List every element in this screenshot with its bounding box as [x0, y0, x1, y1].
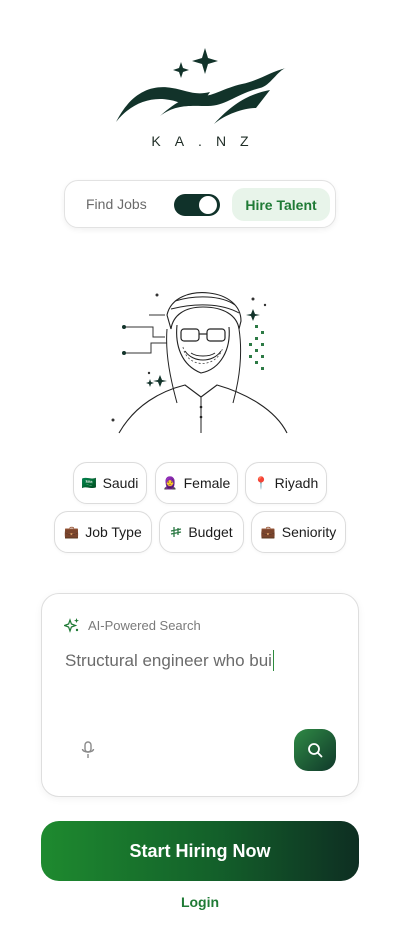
filter-chip-budget[interactable]: Budget: [159, 511, 244, 553]
briefcase-icon: 💼: [64, 525, 80, 539]
woman-hijab-icon: 🧕: [162, 476, 178, 490]
search-query-input[interactable]: Structural engineer who bui: [65, 650, 274, 671]
hire-talent-option[interactable]: Hire Talent: [232, 188, 330, 221]
switch-knob: [199, 196, 217, 214]
filter-chip-riyadh[interactable]: 📍 Riyadh: [245, 462, 327, 504]
ai-search-card: AI-Powered Search Structural engineer wh…: [41, 593, 359, 797]
briefcase-icon: 💼: [260, 525, 276, 539]
filter-chip-label: Budget: [188, 524, 233, 540]
flag-saudi-icon: 🇸🇦: [81, 476, 97, 490]
filter-chip-seniority[interactable]: 💼 Seniority: [251, 511, 346, 553]
filter-chip-label: Job Type: [85, 524, 142, 540]
filter-chip-label: Saudi: [102, 475, 139, 491]
hire-landing-screen: KA.NZ Find Jobs Hire Talent 🇸🇦 Saudi 🧕 F…: [0, 0, 400, 944]
search-query-text: Structural engineer who bui: [65, 650, 272, 670]
man-illustration: [111, 292, 288, 434]
search-icon: [308, 743, 323, 758]
sparkles-icon: [64, 618, 79, 633]
find-jobs-option[interactable]: Find Jobs: [86, 196, 147, 212]
text-caret: [272, 650, 274, 671]
start-hiring-button[interactable]: Start Hiring Now: [41, 821, 359, 881]
ai-search-label: AI-Powered Search: [88, 617, 201, 633]
filter-chip-saudi[interactable]: 🇸🇦 Saudi: [73, 462, 147, 504]
ai-search-header: AI-Powered Search: [64, 617, 201, 633]
riyal-currency-icon: [171, 527, 182, 537]
filter-chip-label: Seniority: [281, 524, 337, 540]
filter-chip-job-type[interactable]: 💼 Job Type: [54, 511, 152, 553]
filter-chip-label: Riyadh: [274, 475, 319, 491]
mode-toggle: Find Jobs Hire Talent: [64, 180, 336, 228]
logo-mark-icon: [116, 48, 286, 124]
microphone-icon[interactable]: [81, 741, 95, 759]
login-link[interactable]: Login: [0, 894, 400, 910]
mode-switch[interactable]: [174, 194, 220, 216]
filter-chip-female[interactable]: 🧕 Female: [155, 462, 238, 504]
search-button[interactable]: [294, 729, 336, 771]
location-pin-icon: 📍: [253, 476, 269, 490]
brand-logo: KA.NZ: [0, 44, 400, 154]
logo-wordmark: KA.NZ: [151, 133, 263, 149]
filter-chip-label: Female: [183, 475, 231, 491]
